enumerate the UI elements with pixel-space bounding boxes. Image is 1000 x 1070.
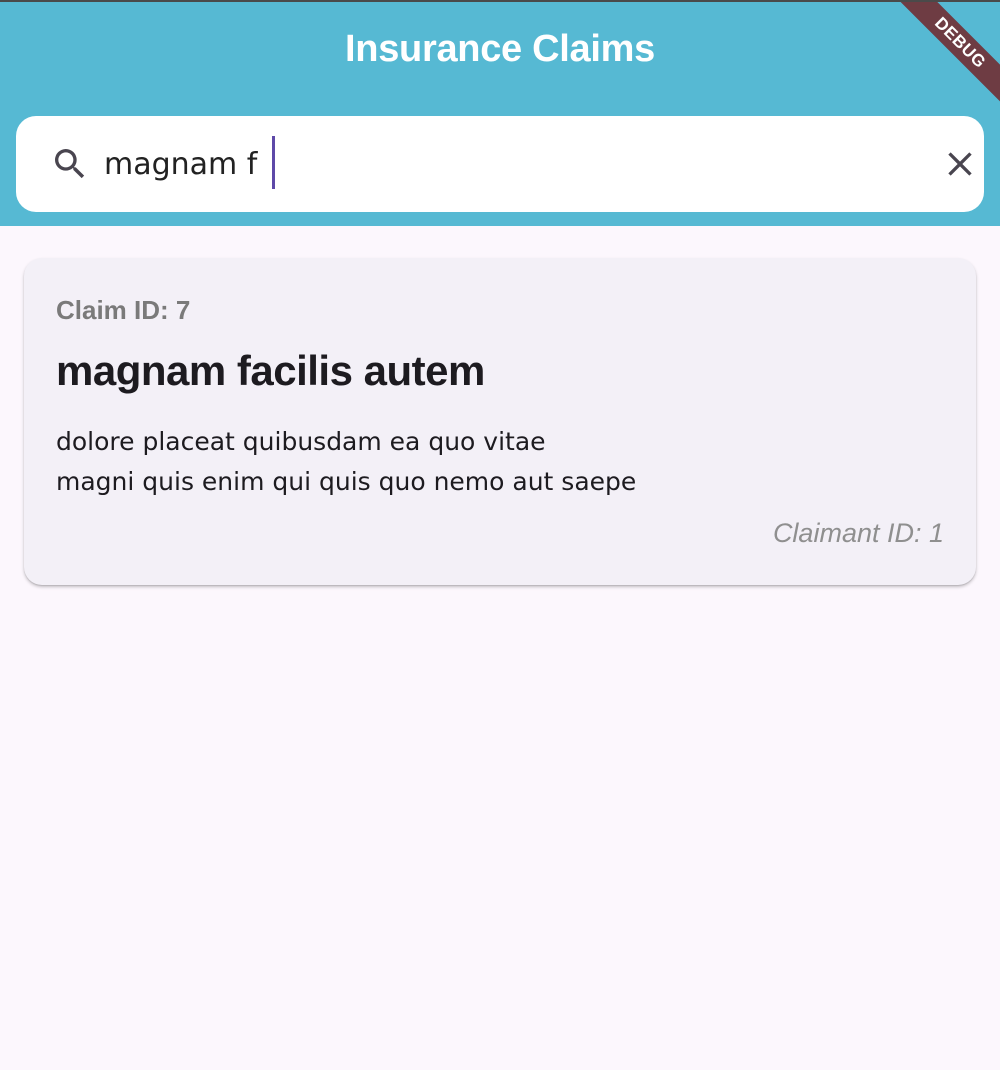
app-title: Insurance Claims <box>345 28 655 70</box>
app-bar: Insurance Claims DEBUG <box>0 0 1000 226</box>
search-icon <box>55 149 85 179</box>
claim-card[interactable]: Claim ID: 7 magnam facilis autem dolore … <box>24 258 976 585</box>
claim-description-line: magni quis enim qui quis quo nemo aut sa… <box>56 467 637 496</box>
claim-id: Claim ID: 7 <box>56 295 191 325</box>
close-icon[interactable] <box>940 144 980 184</box>
claimant-id: Claimant ID: 1 <box>772 518 944 548</box>
debug-banner-label: DEBUG <box>880 2 1000 122</box>
claim-description-line: dolore placeat quibusdam ea quo vitae <box>56 427 546 456</box>
text-cursor <box>272 136 275 189</box>
claim-title: magnam facilis autem <box>56 347 485 394</box>
debug-banner: DEBUG <box>880 2 1000 122</box>
search-bar[interactable] <box>16 116 984 212</box>
claim-description: dolore placeat quibusdam ea quo vitae ma… <box>56 422 636 502</box>
search-input[interactable] <box>104 138 904 190</box>
